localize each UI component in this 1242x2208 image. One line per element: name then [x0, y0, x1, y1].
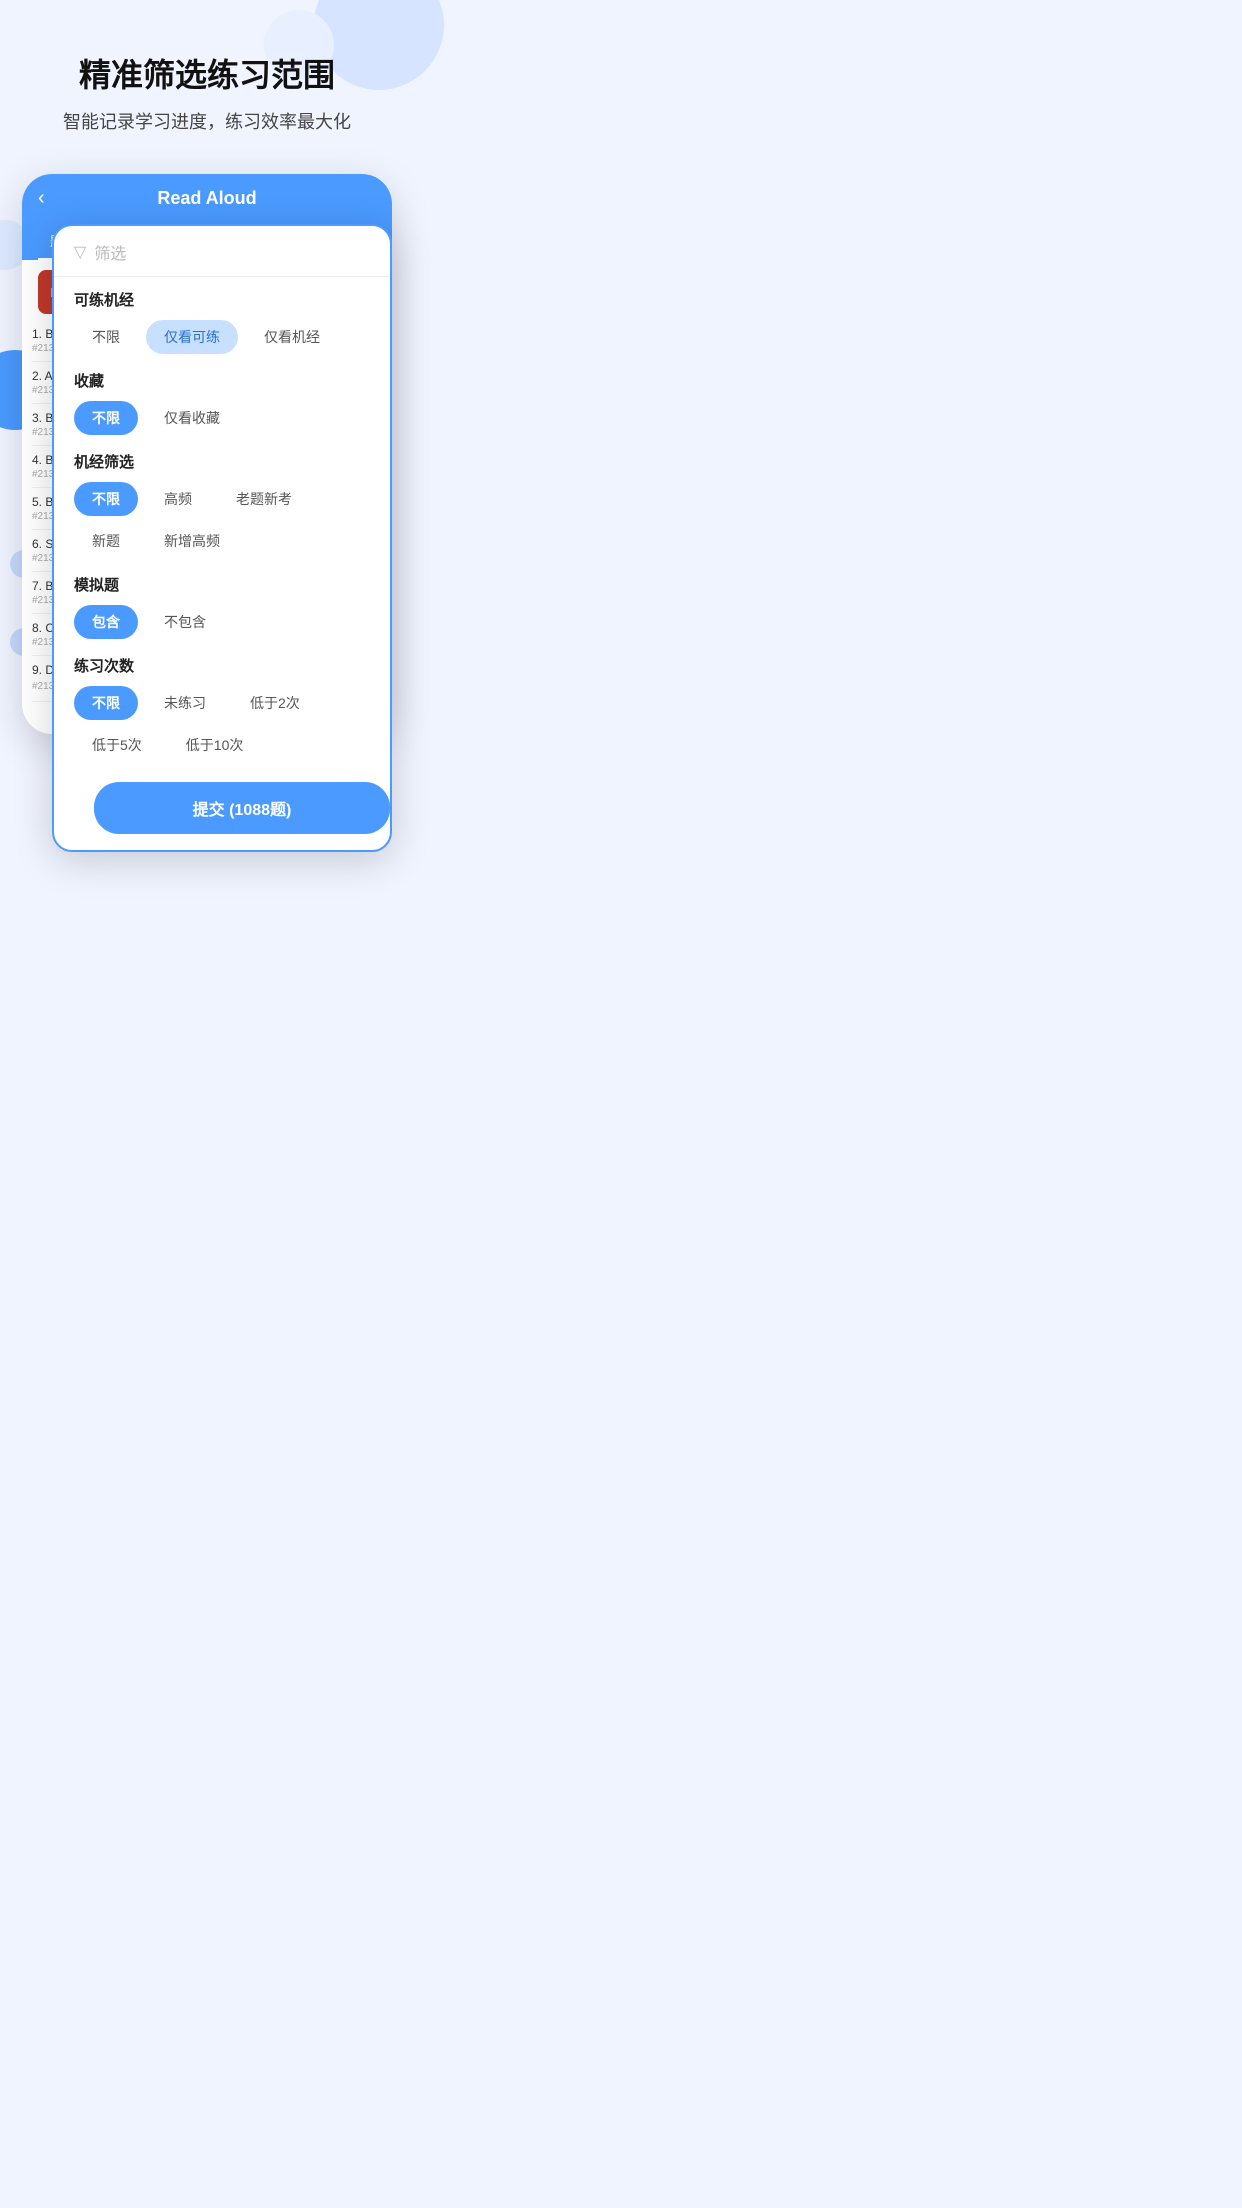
- phone-area: ‹ Read Aloud 题目 收藏 错题 RA 已选题目 0 1. Book …: [22, 174, 392, 734]
- option-bubaokuang[interactable]: 不包含: [146, 605, 224, 639]
- option-only-shoucang[interactable]: 仅看收藏: [146, 401, 238, 435]
- lianxi-options: 不限 未练习 低于2次 低于5次 低于10次: [74, 686, 370, 762]
- option-unlimited-shoucang[interactable]: 不限: [74, 401, 138, 435]
- bg-phone-header: ‹ Read Aloud: [22, 174, 392, 223]
- option-laotixinakao[interactable]: 老题新考: [218, 482, 310, 516]
- bg-phone-title: Read Aloud: [157, 188, 256, 209]
- filter-icon: ▽: [74, 242, 86, 262]
- option-less-than-2[interactable]: 低于2次: [232, 686, 318, 720]
- filter-dialog: ▽ 筛选 可练机经 不限 仅看可练 仅看机经 收藏 不限 仅看收藏 机经筛选 不…: [52, 224, 392, 852]
- option-only-kexunjing[interactable]: 仅看可练: [146, 320, 238, 354]
- option-not-practiced[interactable]: 未练习: [146, 686, 224, 720]
- section-shoucang-title: 收藏: [74, 370, 370, 391]
- option-unlimited-jijing[interactable]: 不限: [74, 482, 138, 516]
- back-icon[interactable]: ‹: [38, 187, 45, 210]
- option-gaopan[interactable]: 高频: [146, 482, 210, 516]
- moni-options: 包含 不包含: [74, 605, 370, 639]
- jijing-options: 不限 高频 老题新考 新题 新增高频: [74, 482, 370, 558]
- option-less-than-10[interactable]: 低于10次: [168, 728, 262, 762]
- option-unlimited-kexunjing[interactable]: 不限: [74, 320, 138, 354]
- kexunjing-options: 不限 仅看可练 仅看机经: [74, 320, 370, 354]
- section-kexunjing: 可练机经 不限 仅看可练 仅看机经: [54, 277, 390, 354]
- option-only-jijing[interactable]: 仅看机经: [246, 320, 338, 354]
- shoucang-options: 不限 仅看收藏: [74, 401, 370, 435]
- option-xinzeng-gaopan[interactable]: 新增高频: [146, 524, 238, 558]
- option-unlimited-lianxi[interactable]: 不限: [74, 686, 138, 720]
- section-lianxi-title: 练习次数: [74, 655, 370, 676]
- main-title: 精准筛选练习范围: [20, 50, 394, 96]
- filter-header-label: 筛选: [94, 240, 126, 264]
- option-less-than-5[interactable]: 低于5次: [74, 728, 160, 762]
- section-jijing-title: 机经筛选: [74, 451, 370, 472]
- header-section: 精准筛选练习范围 智能记录学习进度，练习效率最大化: [0, 0, 414, 154]
- filter-header: ▽ 筛选: [54, 226, 390, 277]
- sub-title: 智能记录学习进度，练习效率最大化: [20, 108, 394, 134]
- section-lianxi: 练习次数 不限 未练习 低于2次 低于5次 低于10次: [54, 643, 390, 762]
- option-xinti[interactable]: 新题: [74, 524, 138, 558]
- section-jijing: 机经筛选 不限 高频 老题新考 新题 新增高频: [54, 439, 390, 558]
- submit-button[interactable]: 提交 (1088题): [94, 782, 390, 834]
- section-kexunjing-title: 可练机经: [74, 289, 370, 310]
- option-baokuang[interactable]: 包含: [74, 605, 138, 639]
- section-moni-title: 模拟题: [74, 574, 370, 595]
- section-shoucang: 收藏 不限 仅看收藏: [54, 358, 390, 435]
- section-moni: 模拟题 包含 不包含: [54, 562, 390, 639]
